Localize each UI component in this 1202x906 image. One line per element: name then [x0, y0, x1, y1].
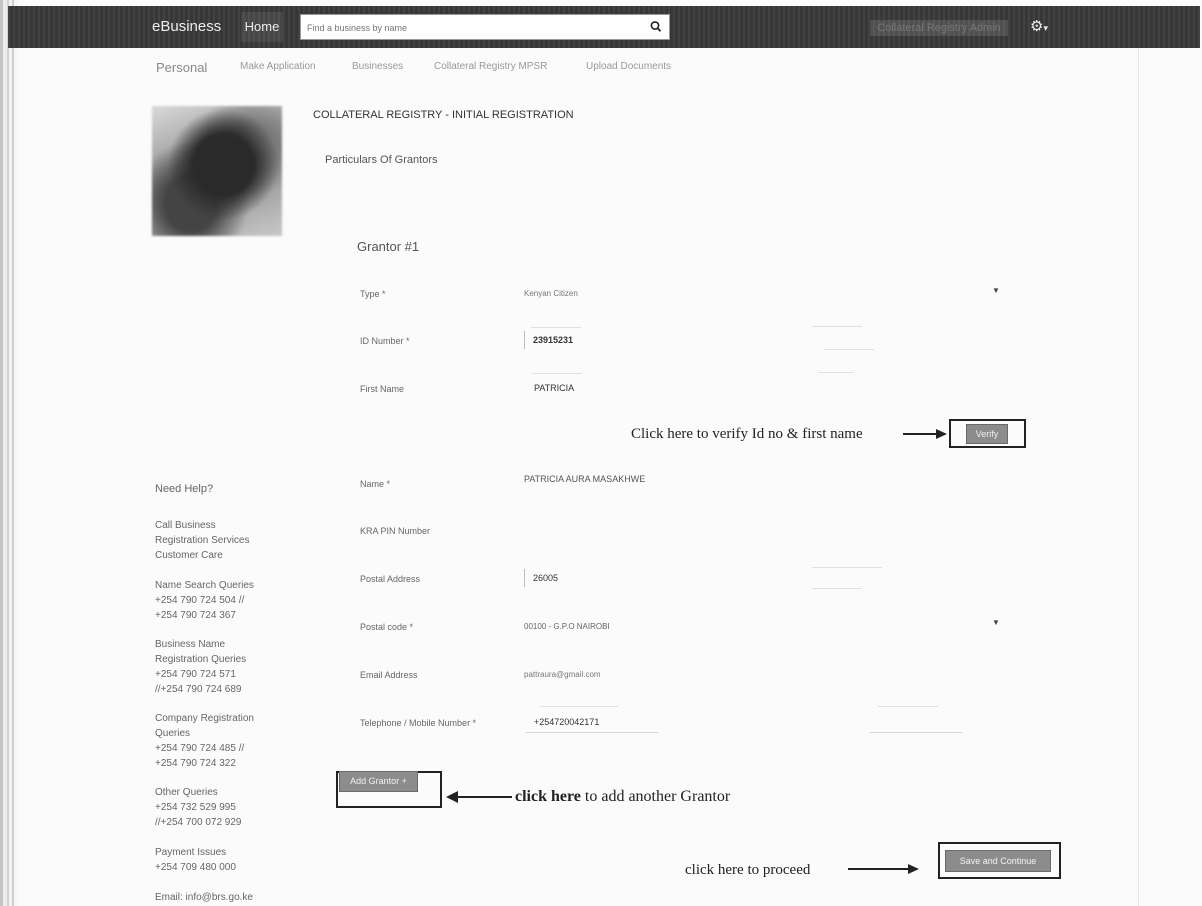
add-annotation-rest: to add another Grantor [580, 788, 731, 805]
proceed-annotation: click here to proceed [685, 862, 811, 878]
gear-icon: ⚙ [1030, 18, 1044, 35]
postal-code-label: Postal code * [360, 622, 414, 632]
arrow [903, 433, 937, 435]
help-call-block: Call Business Registration Services Cust… [155, 518, 249, 563]
divider [812, 326, 862, 327]
divider [812, 588, 862, 589]
kra-pin-label: KRA PIN Number [360, 526, 431, 536]
divider [878, 706, 938, 707]
help-name-search: Name Search Queries +254 790 724 504 // … [155, 578, 254, 623]
add-annotation-bold: click here [515, 788, 581, 805]
help-text: Queries [155, 728, 191, 739]
help-phone: +254 790 724 367 [155, 610, 236, 621]
tab-personal[interactable]: Personal [156, 60, 207, 75]
help-phone: +254 790 724 322 [155, 758, 236, 769]
help-phone: +254 732 529 995 [155, 802, 236, 813]
chevron-down-icon: ▼ [992, 286, 1000, 295]
divider [532, 373, 582, 374]
top-navbar: eBusiness Home Collateral Registry Admin… [8, 6, 1200, 48]
brand-logo[interactable]: eBusiness [152, 18, 221, 35]
email-input[interactable]: pattraura@gmail.com [524, 670, 601, 679]
search-icon[interactable] [649, 19, 663, 35]
help-text: Payment Issues [155, 847, 227, 858]
add-grantor-button[interactable]: Add Grantor + [339, 771, 418, 792]
content-border [1138, 48, 1139, 906]
postal-address-label: Postal Address [360, 574, 421, 584]
help-text: Other Queries [155, 787, 218, 798]
search-box[interactable] [300, 14, 670, 40]
type-label: Type * [360, 289, 386, 299]
id-number-input[interactable] [524, 331, 604, 349]
divider [818, 372, 854, 373]
save-continue-button[interactable]: Save and Continue [945, 850, 1051, 872]
user-menu[interactable]: Collateral Registry Admin [870, 20, 1008, 36]
name-value: PATRICIA AURA MASAKHWE [524, 474, 646, 484]
divider [531, 327, 581, 328]
name-label: Name * [360, 479, 391, 489]
divider [824, 349, 874, 350]
add-grantor-annotation: click here to add another Grantor [515, 788, 730, 806]
chevron-down-icon: ▼ [992, 618, 1000, 627]
help-text: Name Search Queries [155, 580, 254, 591]
arrow-right-icon [936, 429, 947, 439]
arrow [848, 868, 910, 870]
help-text: Company Registration [155, 713, 254, 724]
section-title: Particulars Of Grantors [325, 154, 438, 166]
page-title: COLLATERAL REGISTRY - INITIAL REGISTRATI… [313, 109, 574, 121]
help-phone: +254 790 724 485 // [155, 743, 245, 754]
help-business-name: Business Name Registration Queries +254 … [155, 637, 246, 697]
help-email[interactable]: Email: info@brs.go.ke [155, 890, 253, 905]
first-name-label: First Name [360, 384, 405, 394]
help-other: Other Queries +254 732 529 995 //+254 70… [155, 785, 241, 830]
divider [870, 732, 962, 733]
nav-home-link[interactable]: Home [241, 12, 283, 42]
email-label: Email Address [360, 670, 418, 680]
help-phone: +254 790 724 571 [155, 669, 236, 680]
help-text: Business Name [155, 639, 226, 650]
divider [812, 567, 882, 568]
tab-collateral-registry[interactable]: Collateral Registry MPSR [434, 61, 547, 72]
divider [540, 706, 618, 707]
help-phone: //+254 790 724 689 [155, 684, 242, 695]
help-text: Registration Services [155, 535, 250, 546]
chevron-down-icon: ▾ [1043, 23, 1048, 33]
tab-upload-documents[interactable]: Upload Documents [586, 61, 671, 72]
profile-photo [152, 106, 282, 236]
help-phone: +254 709 480 000 [155, 862, 236, 873]
help-text: Call Business [155, 520, 216, 531]
scanned-page-edge [0, 0, 18, 906]
arrow [456, 796, 512, 798]
postal-address-input[interactable] [524, 569, 584, 587]
grantor-heading: Grantor #1 [357, 239, 420, 254]
help-phone: +254 790 724 504 // [155, 595, 245, 606]
type-select[interactable]: Kenyan Citizen [524, 289, 578, 298]
arrow-right-icon [908, 864, 919, 874]
first-name-input[interactable] [524, 379, 644, 397]
help-company: Company Registration Queries +254 790 72… [155, 711, 254, 771]
settings-menu[interactable]: ⚙▾ [1030, 17, 1060, 37]
divider [526, 732, 658, 733]
postal-code-select[interactable]: 00100 - G.P.O NAIROBI [524, 622, 610, 631]
help-text: Customer Care [155, 550, 223, 561]
search-input[interactable] [307, 19, 627, 37]
tab-businesses[interactable]: Businesses [352, 61, 403, 72]
telephone-label: Telephone / Mobile Number * [360, 718, 477, 728]
id-number-label: ID Number * [360, 336, 410, 346]
verify-button[interactable]: Verify [966, 424, 1008, 444]
verify-annotation: Click here to verify Id no & first name [631, 426, 863, 442]
help-phone: //+254 700 072 929 [155, 817, 242, 828]
help-payment: Payment Issues +254 709 480 000 [155, 845, 236, 875]
telephone-input[interactable] [524, 713, 624, 731]
help-text: Registration Queries [155, 654, 247, 665]
tab-make-application[interactable]: Make Application [240, 61, 316, 72]
help-title: Need Help? [155, 483, 214, 495]
